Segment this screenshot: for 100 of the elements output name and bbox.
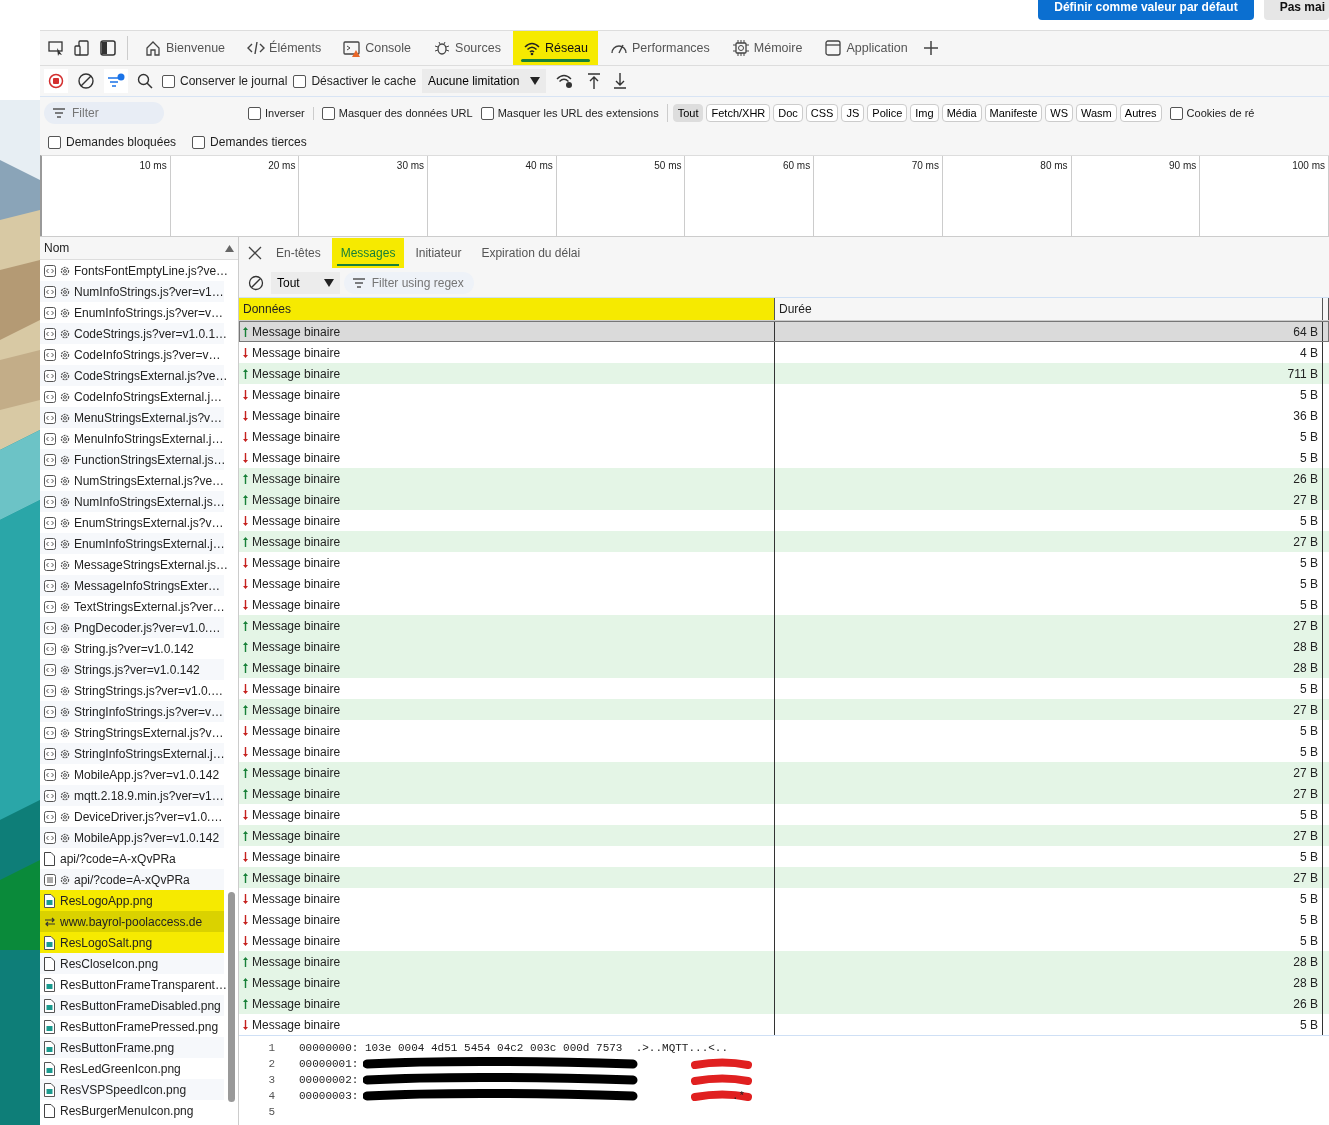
- type-filter-chip[interactable]: WS: [1045, 104, 1074, 122]
- type-filter-chip[interactable]: Img: [910, 104, 939, 122]
- devtools-tab[interactable]: Éléments: [237, 31, 332, 65]
- throttling-select[interactable]: Aucune limitation: [422, 69, 546, 93]
- request-row[interactable]: ResLedGreenIcon.png: [40, 1058, 224, 1079]
- devtools-tab[interactable]: Console: [333, 31, 422, 65]
- devtools-tab[interactable]: Application: [814, 31, 918, 65]
- message-row[interactable]: Message binaire 27 B: [239, 531, 1329, 552]
- timeline-tick: 90 ms: [1169, 160, 1197, 171]
- request-row[interactable]: StringStrings.js?ver=v1.0.…: [40, 680, 224, 701]
- checkbox-option[interactable]: Masquer des données URL: [321, 106, 473, 120]
- message-row[interactable]: Message binaire 27 B: [239, 489, 1329, 510]
- request-row[interactable]: NumInfoStrings.js?ver=v1…: [40, 281, 224, 302]
- request-row[interactable]: NumStringsExternal.js?ve…: [40, 470, 224, 491]
- request-row[interactable]: FunctionStringsExternal.js…: [40, 449, 224, 470]
- message-row[interactable]: Message binaire 27 B: [239, 825, 1329, 846]
- request-row[interactable]: mqtt.2.18.9.min.js?ver=v1…: [40, 785, 224, 806]
- type-filter-chip[interactable]: Fetch/XHR: [706, 104, 771, 122]
- request-row[interactable]: ResButtonFramePressed.png: [40, 1016, 224, 1037]
- request-row[interactable]: ResBurgerMenuIcon.png: [40, 1100, 224, 1121]
- request-row[interactable]: StringInfoStringsExternal.j…: [40, 743, 224, 764]
- request-row[interactable]: StringStringsExternal.js?v…: [40, 722, 224, 743]
- message-row[interactable]: Message binaire 26 B: [239, 468, 1329, 489]
- type-filter-chip[interactable]: Tout: [672, 104, 704, 122]
- timeline-tick: 70 ms: [911, 160, 939, 171]
- request-row[interactable]: NumInfoStringsExternal.js…: [40, 491, 224, 512]
- column-header[interactable]: Durée: [775, 298, 1323, 320]
- type-filter-chip[interactable]: Média: [941, 104, 982, 122]
- devtools-tab[interactable]: Mémoire: [721, 31, 813, 65]
- checkbox-option[interactable]: Masquer les URL des extensions: [480, 106, 659, 120]
- message-row[interactable]: Message binaire 28 B: [239, 636, 1329, 657]
- request-row[interactable]: MobileApp.js?ver=v1.0.142: [40, 764, 224, 785]
- request-row[interactable]: api/?code=A-xQvPRa: [40, 848, 224, 869]
- request-row[interactable]: ResButtonFrameTransparent…: [40, 974, 224, 995]
- type-filter-chip[interactable]: Police: [867, 104, 908, 122]
- checkbox-option[interactable]: Demandes bloquées: [48, 135, 177, 149]
- filter-field[interactable]: Filter: [44, 102, 164, 124]
- detail-tab[interactable]: Expiration du délai: [472, 238, 590, 268]
- request-row[interactable]: ResButtonFrameDisabled.png: [40, 995, 224, 1016]
- checkbox-option[interactable]: Conserver le journal: [162, 74, 288, 88]
- request-row[interactable]: DeviceDriver.js?ver=v1.0.…: [40, 806, 224, 827]
- request-row[interactable]: CodeInfoStringsExternal.j…: [40, 386, 224, 407]
- message-row[interactable]: Message binaire 26 B: [239, 993, 1329, 1014]
- message-row[interactable]: Message binaire 27 B: [239, 783, 1329, 804]
- request-row[interactable]: MessageInfoStringsExter…: [40, 575, 224, 596]
- detail-tab[interactable]: Messages: [331, 238, 405, 268]
- request-row[interactable]: ResLogoSalt.png: [40, 932, 224, 953]
- regex-filter-field[interactable]: Filter using regex: [343, 272, 474, 294]
- request-row[interactable]: MenuInfoStringsExternal.j…: [40, 428, 224, 449]
- dismiss-button[interactable]: Pas mai: [1263, 0, 1329, 20]
- type-filter-chip[interactable]: Doc: [773, 104, 803, 122]
- request-row[interactable]: String.js?ver=v1.0.142: [40, 638, 224, 659]
- message-row[interactable]: Message binaire 28 B: [239, 972, 1329, 993]
- request-row[interactable]: EnumInfoStringsExternal.j…: [40, 533, 224, 554]
- detail-tab[interactable]: Initiateur: [406, 238, 471, 268]
- type-filter-chip[interactable]: Autres: [1119, 104, 1162, 122]
- message-row[interactable]: Message binaire 27 B: [239, 615, 1329, 636]
- type-filter-chip[interactable]: CSS: [805, 104, 839, 122]
- message-row[interactable]: Message binaire 28 B: [239, 657, 1329, 678]
- request-row[interactable]: EnumInfoStrings.js?ver=v…: [40, 302, 224, 323]
- request-row[interactable]: EnumStringsExternal.js?v…: [40, 512, 224, 533]
- request-row[interactable]: MobileApp.js?ver=v1.0.142: [40, 827, 224, 848]
- checkbox-option[interactable]: Inverser: [248, 106, 314, 120]
- request-row[interactable]: api/?code=A-xQvPRa: [40, 869, 224, 890]
- devtools-tab[interactable]: Réseau: [512, 31, 598, 65]
- devtools-tab[interactable]: Sources: [423, 31, 511, 65]
- request-row[interactable]: MenuStringsExternal.js?v…: [40, 407, 224, 428]
- message-row[interactable]: Message binaire 27 B: [239, 867, 1329, 888]
- request-row[interactable]: CodeStrings.js?ver=v1.0.1…: [40, 323, 224, 344]
- message-type-select[interactable]: Tout: [271, 272, 340, 294]
- request-row[interactable]: CodeInfoStrings.js?ver=v…: [40, 344, 224, 365]
- request-row[interactable]: Strings.js?ver=v1.0.142: [40, 659, 224, 680]
- message-row[interactable]: Message binaire 27 B: [239, 699, 1329, 720]
- request-row[interactable]: ResButtonFrame.png: [40, 1037, 224, 1058]
- devtools-tab[interactable]: Bienvenue: [134, 31, 236, 65]
- detail-tab[interactable]: En-têtes: [267, 238, 330, 268]
- request-row[interactable]: ResCloseIcon.png: [40, 953, 224, 974]
- request-row[interactable]: ResLogoApp.png: [40, 890, 224, 911]
- type-filter-chip[interactable]: JS: [841, 104, 865, 122]
- message-row[interactable]: Message binaire 64 B: [239, 321, 1329, 342]
- request-row[interactable]: PngDecoder.js?ver=v1.0.…: [40, 617, 224, 638]
- column-header[interactable]: Données: [239, 298, 775, 320]
- message-row[interactable]: Message binaire 711 B: [239, 363, 1329, 384]
- column-header[interactable]: Nom: [44, 241, 70, 255]
- request-row[interactable]: TextStringsExternal.js?ver…: [40, 596, 224, 617]
- devtools-tab[interactable]: Performances: [600, 31, 720, 65]
- message-row[interactable]: Message binaire 27 B: [239, 762, 1329, 783]
- checkbox-option[interactable]: Cookies de ré: [1169, 106, 1255, 120]
- request-row[interactable]: www.bayrol-poolaccess.de: [40, 911, 224, 932]
- type-filter-chip[interactable]: Manifeste: [984, 104, 1043, 122]
- request-row[interactable]: CodeStringsExternal.js?ve…: [40, 365, 224, 386]
- message-row[interactable]: Message binaire 28 B: [239, 951, 1329, 972]
- request-row[interactable]: StringInfoStrings.js?ver=v…: [40, 701, 224, 722]
- request-row[interactable]: ResVSPSpeedIcon.png: [40, 1079, 224, 1100]
- message-size: 5 B: [1300, 597, 1318, 612]
- type-filter-chip[interactable]: Wasm: [1076, 104, 1117, 122]
- checkbox-option[interactable]: Désactiver le cache: [293, 74, 417, 88]
- set-default-button[interactable]: Définir comme valeur par défaut: [1038, 0, 1254, 20]
- checkbox-option[interactable]: Demandes tierces: [192, 135, 307, 149]
- message-size: 5 B: [1300, 744, 1318, 759]
